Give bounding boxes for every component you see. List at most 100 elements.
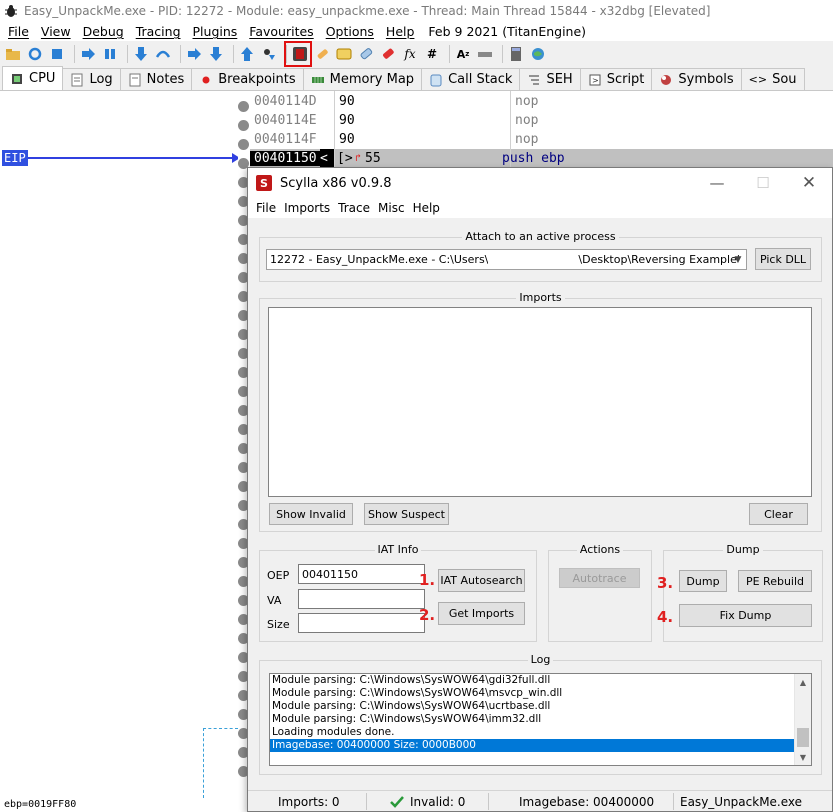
- size-input[interactable]: [298, 613, 425, 633]
- labels-icon[interactable]: [357, 45, 375, 63]
- run-to-user-code-icon[interactable]: [260, 45, 278, 63]
- menu-options[interactable]: Options: [320, 24, 380, 39]
- functions-icon[interactable]: fx: [401, 45, 419, 63]
- script-icon: >: [589, 74, 601, 85]
- calculator-icon[interactable]: [507, 45, 525, 63]
- autotrace-button[interactable]: Autotrace: [559, 568, 640, 588]
- scylla-window: S Scylla x86 v0.9.8 — ☐ ✕ File Imports T…: [247, 167, 833, 812]
- actions-group: Actions: [548, 543, 652, 642]
- maximize-icon[interactable]: ☐: [740, 168, 786, 198]
- log-scrollbar[interactable]: ▲ ▼: [794, 674, 811, 765]
- show-suspect-button[interactable]: Show Suspect: [364, 503, 449, 525]
- current-marker: <: [320, 149, 335, 168]
- menu-plugins[interactable]: Plugins: [187, 24, 244, 39]
- comments-icon[interactable]: [335, 45, 353, 63]
- scylla-menu-help[interactable]: Help: [409, 201, 444, 215]
- disasm-row[interactable]: 0040114E 90 nop: [250, 111, 833, 130]
- disasm-address: 00401150: [250, 151, 320, 166]
- x64dbg-title-text: Easy_UnpackMe.exe - PID: 12272 - Module:…: [24, 4, 711, 18]
- scroll-thumb[interactable]: [797, 728, 809, 747]
- scylla-menu-imports[interactable]: Imports: [280, 201, 334, 215]
- run-icon[interactable]: [79, 45, 97, 63]
- log-list[interactable]: Module parsing: C:\Windows\SysWOW64\gdi3…: [269, 673, 812, 766]
- step-1-annotation: 1.: [419, 571, 436, 589]
- hash-icon[interactable]: #: [423, 45, 441, 63]
- menu-favourites[interactable]: Favourites: [243, 24, 319, 39]
- pick-dll-button[interactable]: Pick DLL: [755, 248, 811, 270]
- imports-count: Imports: 0: [278, 794, 340, 809]
- disasm-instruction: nop: [515, 94, 539, 109]
- breakpoint-dot-icon[interactable]: [238, 101, 249, 112]
- chevron-down-icon[interactable]: ▼: [730, 250, 746, 269]
- process-select[interactable]: 12272 - Easy_UnpackMe.exe - C:\Users\ \D…: [266, 249, 747, 270]
- iat-autosearch-button[interactable]: IAT Autosearch: [438, 569, 525, 592]
- tab-breakpoints-label: Breakpoints: [218, 72, 296, 87]
- clear-button[interactable]: Clear: [749, 503, 808, 525]
- tab-call-stack[interactable]: Call Stack: [421, 68, 521, 90]
- patch-icon[interactable]: [313, 45, 331, 63]
- disasm-row[interactable]: 0040114F 90 nop: [250, 130, 833, 149]
- eip-label: EIP: [2, 150, 28, 166]
- execute-till-return-icon[interactable]: [238, 45, 256, 63]
- font-icon[interactable]: Az: [454, 45, 472, 63]
- tab-symbols[interactable]: Symbols: [651, 68, 742, 90]
- tab-seh[interactable]: SEH: [519, 68, 581, 90]
- open-folder-icon[interactable]: [4, 45, 22, 63]
- breakpoint-dot-icon[interactable]: [238, 139, 249, 150]
- get-imports-button[interactable]: Get Imports: [438, 602, 525, 625]
- scylla-menu-trace[interactable]: Trace: [334, 201, 374, 215]
- disasm-column-divider: [334, 91, 335, 167]
- restart-icon[interactable]: [26, 45, 44, 63]
- toolbar-separator: [127, 45, 128, 63]
- tab-log-label: Log: [89, 72, 113, 87]
- bookmarks-icon[interactable]: [379, 45, 397, 63]
- step-over-icon[interactable]: [154, 45, 172, 63]
- menu-view[interactable]: View: [35, 24, 77, 39]
- scroll-down-icon[interactable]: ▼: [795, 749, 811, 765]
- minimize-icon[interactable]: —: [694, 168, 740, 198]
- menu-help[interactable]: Help: [380, 24, 421, 39]
- disasm-row[interactable]: 0040114D 90 nop: [250, 92, 833, 111]
- close-icon[interactable]: ✕: [786, 168, 832, 198]
- toolbar-separator: [74, 45, 75, 63]
- oep-input[interactable]: 00401150: [298, 564, 425, 584]
- tab-breakpoints[interactable]: Breakpoints: [191, 68, 304, 90]
- trace-into-icon[interactable]: [185, 45, 203, 63]
- pause-icon[interactable]: [101, 45, 119, 63]
- disassembly-view[interactable]: 0040114D 90 nop 0040114E 90 nop 0040114F…: [250, 91, 833, 171]
- tab-memory-map[interactable]: Memory Map: [302, 68, 423, 90]
- settings-icon[interactable]: [476, 45, 494, 63]
- scylla-menu-file[interactable]: File: [252, 201, 280, 215]
- menu-file[interactable]: File: [2, 24, 35, 39]
- fix-dump-button[interactable]: Fix Dump: [679, 604, 812, 627]
- scylla-title-bar: S Scylla x86 v0.9.8 — ☐ ✕: [248, 168, 832, 198]
- tab-source[interactable]: <> Sou: [740, 68, 805, 90]
- cpu-icon: [12, 73, 22, 84]
- globe-icon[interactable]: [529, 45, 547, 63]
- tab-log[interactable]: Log: [62, 68, 121, 90]
- step-into-icon[interactable]: [132, 45, 150, 63]
- cpu-graph-panel: [0, 91, 238, 798]
- stop-icon[interactable]: [48, 45, 66, 63]
- pe-rebuild-button[interactable]: PE Rebuild: [738, 570, 812, 592]
- show-invalid-button[interactable]: Show Invalid: [269, 503, 353, 525]
- imports-tree[interactable]: [268, 307, 812, 497]
- va-input[interactable]: [298, 589, 425, 609]
- scylla-menu-misc[interactable]: Misc: [374, 201, 409, 215]
- disasm-address: 0040114F: [254, 132, 317, 147]
- menu-debug[interactable]: Debug: [77, 24, 130, 39]
- jump-line-horizontal: [203, 728, 238, 729]
- step-4-annotation: 4.: [657, 608, 674, 626]
- tab-cpu[interactable]: CPU: [2, 66, 64, 90]
- scroll-up-icon[interactable]: ▲: [795, 674, 811, 690]
- call-stack-icon: [430, 74, 442, 86]
- trace-over-icon[interactable]: [207, 45, 225, 63]
- menu-tracing[interactable]: Tracing: [130, 24, 187, 39]
- breakpoint-dot-icon[interactable]: [238, 120, 249, 131]
- tab-script[interactable]: > Script: [579, 68, 653, 90]
- oep-label: OEP: [267, 569, 290, 582]
- dump-button[interactable]: Dump: [679, 570, 727, 592]
- disasm-row-current[interactable]: 00401150 < [> ↱ 55 push ebp: [250, 149, 833, 168]
- checkmark-icon: [390, 795, 404, 808]
- tab-notes[interactable]: Notes: [119, 68, 193, 90]
